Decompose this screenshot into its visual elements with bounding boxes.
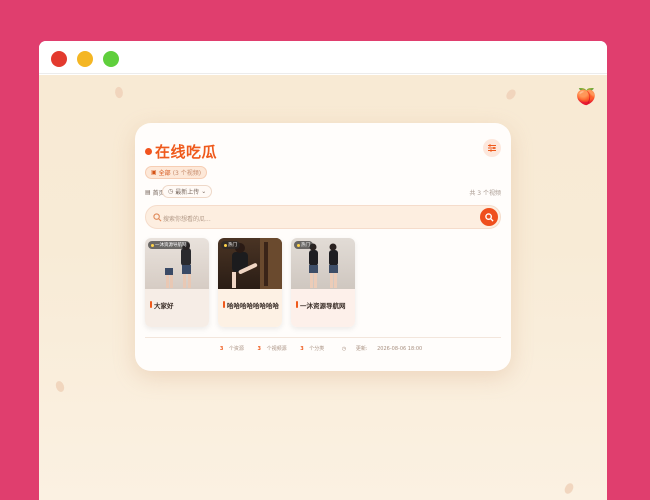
video-info: 大家好 (145, 289, 209, 327)
video-title: 大家好 (154, 302, 174, 310)
video-title: 哈哈哈哈哈哈哈哈 (227, 302, 279, 310)
page-title: 在线吃瓜 (155, 143, 218, 161)
home-icon: ▤ (145, 189, 151, 196)
video-info: 哈哈哈哈哈哈哈哈 (218, 289, 282, 327)
title-accent-bar (223, 301, 225, 308)
video-card[interactable]: 热门 哈哈哈哈哈哈哈哈 (218, 238, 282, 327)
grid-icon: ▣ (151, 169, 157, 176)
title-bar (39, 41, 607, 74)
stat-videos: 3 个资源 (219, 346, 244, 352)
stat-sources: 3 个视频源 (257, 346, 287, 352)
title-accent-bar (150, 301, 152, 308)
page-background: 🍑 在线吃瓜 ▣ 全部 (3 个视频) ▤ 首页 ◷ 最新上传 ⌄ 共 3 个视… (39, 75, 607, 500)
title-accent-bar (296, 301, 298, 308)
search-button[interactable] (480, 208, 498, 226)
stat-categories: 3 个分类 (300, 346, 325, 352)
video-card[interactable]: 热门 一沐资源导航网 (291, 238, 355, 327)
video-tag: 一沐资源导航网 (148, 241, 190, 249)
petal-decoration (53, 379, 67, 394)
petal-decoration (505, 87, 517, 102)
minimize-window-button[interactable] (77, 51, 93, 67)
video-thumbnail[interactable]: 热门 (291, 238, 355, 289)
video-card[interactable]: 一沐资源导航网 大家好 (145, 238, 209, 327)
video-thumbnail[interactable]: 一沐资源导航网 (145, 238, 209, 289)
sliders-icon (488, 144, 496, 152)
result-count: 共 3 个视频 (469, 190, 501, 197)
search-input[interactable]: 搜索你想看的瓜... (163, 214, 211, 223)
petal-decoration (113, 85, 125, 100)
petal-decoration (563, 482, 575, 495)
sort-label: 最新上传 (175, 189, 200, 196)
all-filter-chip[interactable]: ▣ 全部 (3 个视频) (145, 166, 208, 179)
video-info: 一沐资源导航网 (291, 289, 355, 327)
video-tag: 热门 (294, 241, 313, 249)
video-title: 一沐资源导航网 (300, 302, 346, 310)
clock-icon: ◷ (341, 346, 347, 352)
clock-icon: ◷ (168, 188, 174, 195)
filter-row: ▤ 首页 ◷ 最新上传 ⌄ 共 3 个视频 (145, 185, 501, 199)
sort-dropdown[interactable]: ◷ 最新上传 ⌄ (162, 185, 213, 198)
menu-button[interactable] (483, 139, 501, 157)
stat-updated: ◷ 更新: 2026-08-06 18:00 (341, 346, 423, 352)
close-window-button[interactable] (51, 51, 67, 67)
main-card: 在线吃瓜 ▣ 全部 (3 个视频) ▤ 首页 ◷ 最新上传 ⌄ 共 3 个视频 … (135, 123, 511, 371)
all-count: (3 个视频) (172, 170, 202, 177)
title-dot (145, 148, 152, 155)
video-thumbnail[interactable]: 热门 (218, 238, 282, 289)
search-icon (153, 213, 162, 222)
all-label: 全部 (158, 170, 171, 177)
peach-icon: 🍑 (576, 87, 596, 106)
search-icon (484, 212, 494, 222)
stats-line: 3 个资源 3 个视频源 3 个分类 ◷ 更新: 2026-08-06 18:0… (145, 345, 501, 352)
maximize-window-button[interactable] (103, 51, 119, 67)
video-tag: 热门 (221, 241, 240, 249)
chevron-down-icon: ⌄ (201, 188, 207, 195)
stats-footer: 3 个资源 3 个视频源 3 个分类 ◷ 更新: 2026-08-06 18:0… (145, 337, 501, 357)
browser-window: 🍑 在线吃瓜 ▣ 全部 (3 个视频) ▤ 首页 ◷ 最新上传 ⌄ 共 3 个视… (39, 41, 607, 500)
search-bar: 搜索你想看的瓜... (145, 205, 501, 229)
